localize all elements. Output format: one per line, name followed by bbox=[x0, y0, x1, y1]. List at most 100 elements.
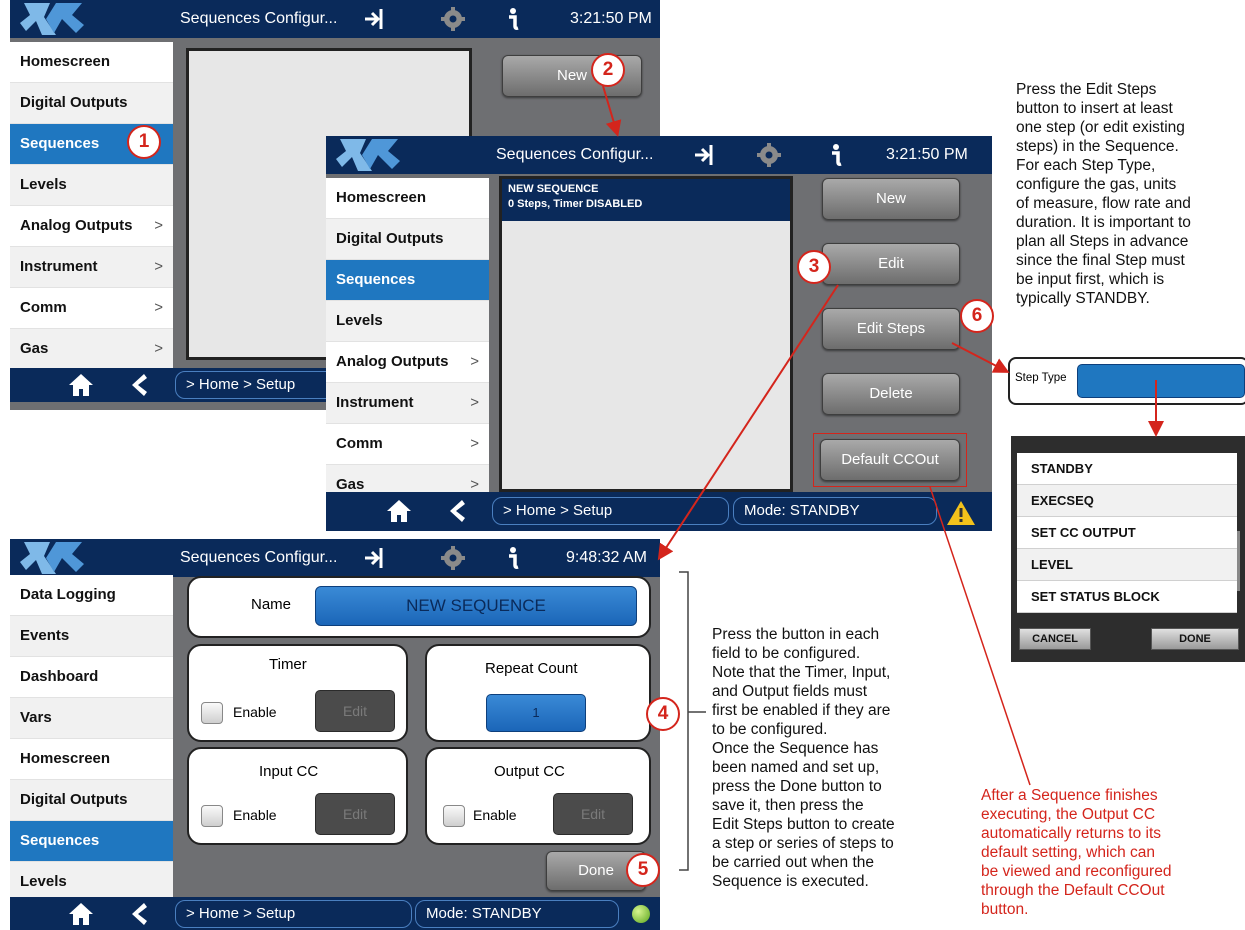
menu-label: Dashboard bbox=[20, 668, 99, 685]
menu-label: Comm bbox=[336, 435, 383, 452]
note-default-ccout: After a Sequence finishes executing, the… bbox=[981, 786, 1243, 919]
default-ccout-button[interactable]: Default CCOut bbox=[820, 439, 960, 481]
dropdown-list: STANDBY EXECSEQ SET CC OUTPUT LEVEL SET … bbox=[1017, 453, 1237, 613]
output-cc-edit-button[interactable]: Edit bbox=[553, 793, 633, 835]
menu-item-levels[interactable]: Levels bbox=[10, 165, 173, 206]
note-line: to be configured. bbox=[712, 721, 828, 738]
info-icon[interactable] bbox=[500, 6, 526, 32]
delete-button[interactable]: Delete bbox=[822, 373, 960, 415]
clock: 3:21:50 PM bbox=[886, 146, 968, 163]
note-line: Press the button in each bbox=[712, 626, 880, 643]
new-button[interactable]: New bbox=[822, 178, 960, 220]
name-panel: Name NEW SEQUENCE bbox=[187, 576, 651, 638]
gear-icon[interactable] bbox=[440, 545, 466, 571]
input-cc-enable-checkbox[interactable] bbox=[201, 805, 223, 827]
note-line: through the Default CCOut bbox=[981, 882, 1165, 899]
menu-label: Homescreen bbox=[336, 189, 427, 206]
note-line: a step or series of steps to bbox=[712, 835, 894, 852]
side-menu: Data Logging Events Dashboard Vars Homes… bbox=[10, 575, 173, 903]
menu-item-data-logging[interactable]: Data Logging bbox=[10, 575, 173, 616]
note-line: steps) in the Sequence. bbox=[1016, 138, 1179, 155]
option-set-cc-output[interactable]: SET CC OUTPUT bbox=[1017, 517, 1237, 549]
edit-button[interactable]: Edit bbox=[822, 243, 960, 285]
breadcrumb: > Home > Setup bbox=[175, 371, 337, 399]
menu-item-comm[interactable]: Comm > bbox=[10, 288, 173, 329]
input-cc-edit-button[interactable]: Edit bbox=[315, 793, 395, 835]
menu-label: Levels bbox=[20, 873, 67, 890]
option-level[interactable]: LEVEL bbox=[1017, 549, 1237, 581]
menu-item-instrument[interactable]: Instrument > bbox=[10, 247, 173, 288]
menu-item-dashboard[interactable]: Dashboard bbox=[10, 657, 173, 698]
page-title: Sequences Configur... bbox=[180, 549, 338, 566]
page-title: Sequences Configur... bbox=[180, 10, 338, 27]
option-set-status-block[interactable]: SET STATUS BLOCK bbox=[1017, 581, 1237, 613]
screen-sequence-edit: Sequences Configur... 9:48:32 AM Data Lo… bbox=[10, 539, 660, 930]
home-icon[interactable] bbox=[68, 373, 94, 397]
timer-edit-button[interactable]: Edit bbox=[315, 690, 395, 732]
repeat-count-field[interactable]: 1 bbox=[486, 694, 586, 732]
back-chevron-icon[interactable] bbox=[128, 373, 148, 397]
page-title: Sequences Configur... bbox=[496, 146, 654, 163]
enable-label: Enable bbox=[233, 807, 277, 823]
login-arrow-icon[interactable] bbox=[362, 545, 388, 571]
timer-enable-checkbox[interactable] bbox=[201, 702, 223, 724]
menu-item-vars[interactable]: Vars bbox=[10, 698, 173, 739]
menu-item-digital-outputs[interactable]: Digital Outputs bbox=[326, 219, 489, 260]
menu-label: Instrument bbox=[336, 394, 414, 411]
name-field[interactable]: NEW SEQUENCE bbox=[315, 586, 637, 626]
home-icon[interactable] bbox=[386, 499, 412, 523]
gear-icon[interactable] bbox=[440, 6, 466, 32]
note-line: default setting, which can bbox=[981, 844, 1156, 861]
menu-label: Levels bbox=[336, 312, 383, 329]
step-type-field[interactable] bbox=[1077, 364, 1245, 398]
done-button[interactable]: DONE bbox=[1151, 628, 1239, 650]
info-icon[interactable] bbox=[823, 142, 849, 168]
back-chevron-icon[interactable] bbox=[446, 499, 466, 523]
output-cc-enable-checkbox[interactable] bbox=[443, 805, 465, 827]
menu-item-gas[interactable]: Gas > bbox=[10, 329, 173, 370]
menu-item-homescreen[interactable]: Homescreen bbox=[10, 739, 173, 780]
menu-item-digital-outputs[interactable]: Digital Outputs bbox=[10, 780, 173, 821]
sequence-list[interactable]: NEW SEQUENCE 0 Steps, Timer DISABLED bbox=[499, 176, 793, 492]
gear-icon[interactable] bbox=[756, 142, 782, 168]
chevron-right-icon: > bbox=[470, 435, 479, 452]
menu-item-analog-outputs[interactable]: Analog Outputs > bbox=[326, 342, 489, 383]
menu-item-homescreen[interactable]: Homescreen bbox=[10, 42, 173, 83]
info-icon[interactable] bbox=[500, 545, 526, 571]
warning-icon[interactable] bbox=[946, 500, 976, 526]
menu-item-sequences[interactable]: Sequences bbox=[10, 821, 173, 862]
note-line: duration. It is important to bbox=[1016, 214, 1191, 231]
step-type-label: Step Type bbox=[1015, 372, 1067, 384]
note-configure-fields: Press the button in each field to be con… bbox=[712, 625, 974, 891]
step-type-panel: Step Type bbox=[1008, 357, 1245, 405]
menu-item-instrument[interactable]: Instrument > bbox=[326, 383, 489, 424]
menu-label: Homescreen bbox=[20, 750, 111, 767]
menu-item-comm[interactable]: Comm > bbox=[326, 424, 489, 465]
callout-5: 5 bbox=[626, 853, 660, 887]
menu-label: Sequences bbox=[20, 832, 100, 849]
note-line: typically STANDBY. bbox=[1016, 290, 1150, 307]
dropdown-scrollbar[interactable] bbox=[1237, 531, 1240, 591]
menu-item-events[interactable]: Events bbox=[10, 616, 173, 657]
option-execseq[interactable]: EXECSEQ bbox=[1017, 485, 1237, 517]
note-line: be input first, which is bbox=[1016, 271, 1165, 288]
breadcrumb-text: > Home > Setup bbox=[186, 376, 296, 393]
list-item-selected[interactable]: NEW SEQUENCE 0 Steps, Timer DISABLED bbox=[502, 179, 790, 221]
cancel-button[interactable]: CANCEL bbox=[1019, 628, 1091, 650]
home-icon[interactable] bbox=[68, 902, 94, 926]
option-standby[interactable]: STANDBY bbox=[1017, 453, 1237, 485]
menu-label: Vars bbox=[20, 709, 52, 726]
menu-item-levels[interactable]: Levels bbox=[326, 301, 489, 342]
edit-steps-button[interactable]: Edit Steps bbox=[822, 308, 960, 350]
login-arrow-icon[interactable] bbox=[362, 6, 388, 32]
back-chevron-icon[interactable] bbox=[128, 902, 148, 926]
menu-item-digital-outputs[interactable]: Digital Outputs bbox=[10, 83, 173, 124]
login-arrow-icon[interactable] bbox=[692, 142, 718, 168]
menu-label: Homescreen bbox=[20, 53, 111, 70]
chevron-right-icon: > bbox=[470, 353, 479, 370]
button-label: Edit bbox=[342, 806, 368, 822]
menu-item-sequences[interactable]: Sequences bbox=[326, 260, 489, 301]
menu-item-analog-outputs[interactable]: Analog Outputs > bbox=[10, 206, 173, 247]
menu-item-homescreen[interactable]: Homescreen bbox=[326, 178, 489, 219]
logo-icon bbox=[336, 139, 400, 171]
